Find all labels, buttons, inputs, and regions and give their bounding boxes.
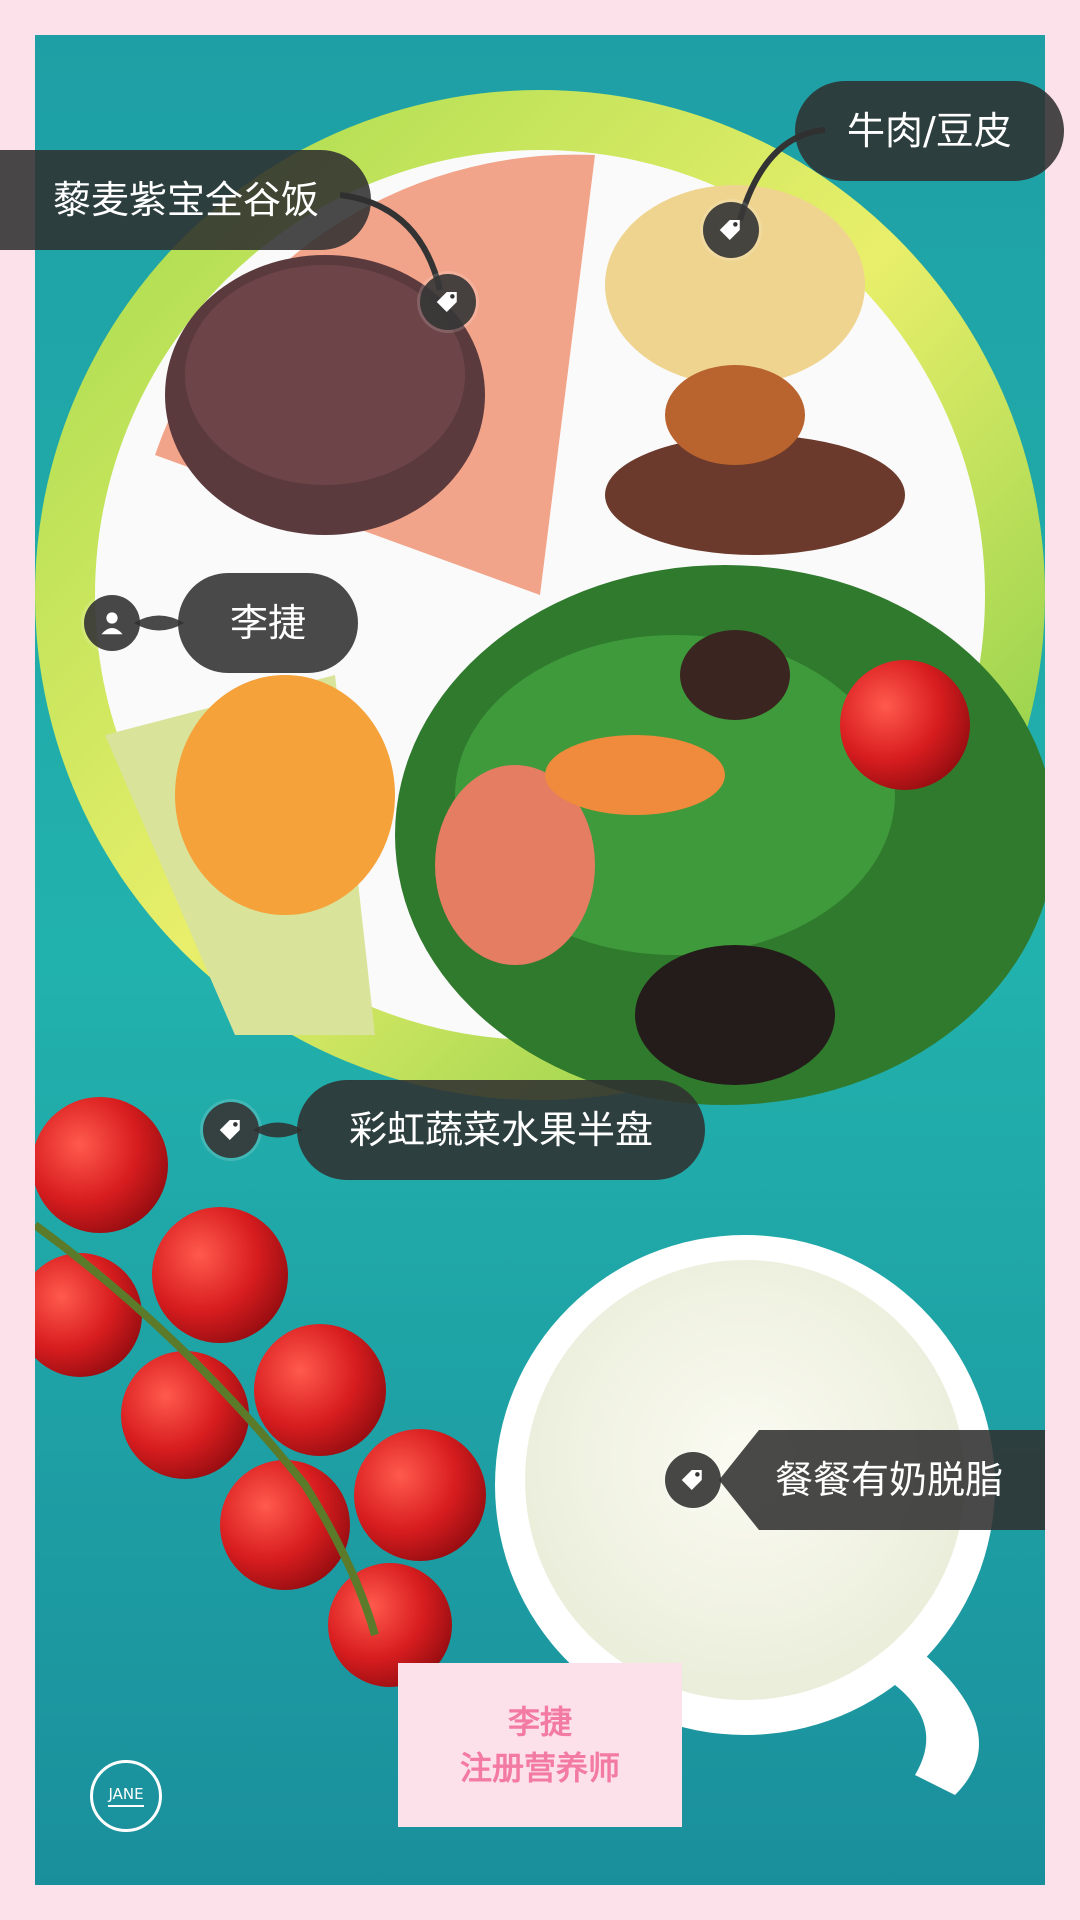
jane-logo: JANE — [90, 1760, 162, 1832]
user-icon — [84, 595, 140, 651]
author-name: 李捷 — [507, 1703, 572, 1741]
meal-photo — [35, 35, 1045, 1885]
tag-grain-label: 藜麦紫宝全谷饭 — [0, 150, 372, 250]
tag-connector — [253, 1122, 303, 1138]
tag-person[interactable]: 李捷 — [84, 573, 359, 673]
tag-icon — [203, 1102, 259, 1158]
author-card: 李捷 注册营养师 — [398, 1663, 682, 1827]
tag-icon[interactable] — [703, 202, 759, 258]
tag-grain[interactable]: 藜麦紫宝全谷饭 — [0, 150, 372, 250]
tag-veggie[interactable]: 彩虹蔬菜水果半盘 — [203, 1080, 706, 1180]
tag-protein[interactable]: 牛肉/豆皮 — [795, 81, 1064, 181]
tag-milk-label: 餐餐有奶脱脂 — [759, 1430, 1046, 1530]
tag-icon — [665, 1452, 721, 1508]
tag-icon[interactable] — [420, 274, 476, 330]
tag-connector — [134, 615, 184, 631]
tag-person-label: 李捷 — [178, 573, 359, 673]
tag-connector — [719, 1430, 759, 1530]
tag-milk[interactable]: 餐餐有奶脱脂 — [665, 1430, 1046, 1530]
author-title: 注册营养师 — [459, 1749, 620, 1787]
logo-text: JANE — [108, 1785, 144, 1803]
tag-veggie-label: 彩虹蔬菜水果半盘 — [297, 1080, 706, 1180]
tag-protein-label: 牛肉/豆皮 — [795, 81, 1064, 181]
